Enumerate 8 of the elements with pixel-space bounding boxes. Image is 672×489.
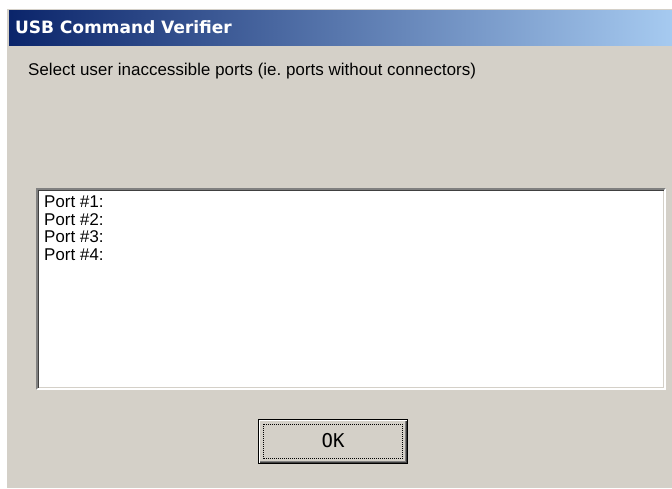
port-list[interactable]: Port #1: Port #2: Port #3: Port #4: [36, 188, 666, 390]
ok-button[interactable]: OK [258, 419, 408, 464]
port-item[interactable]: Port #4: [44, 246, 104, 263]
instruction-text: Select user inaccessible ports (ie. ports without connectors) [28, 60, 476, 80]
window-title: USB Command Verifier [15, 17, 232, 39]
port-item[interactable]: Port #2: [44, 210, 104, 228]
port-item[interactable]: Port #1: [44, 193, 104, 210]
port-item[interactable]: Port #3: [44, 228, 104, 246]
